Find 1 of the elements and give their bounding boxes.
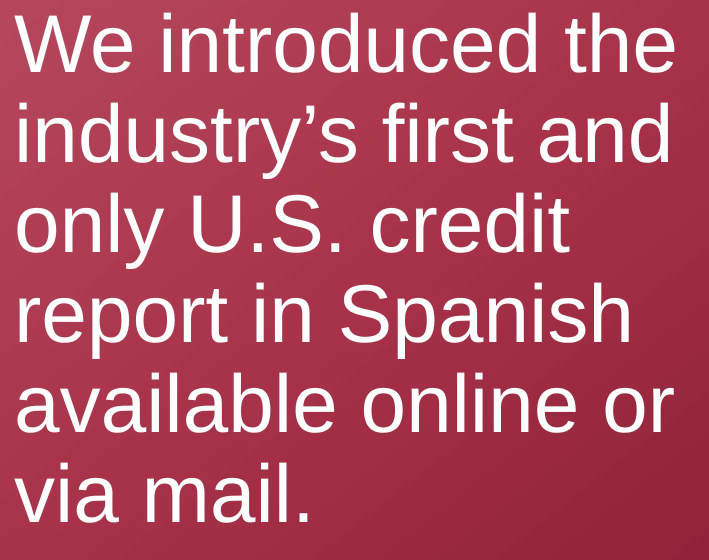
headline: We introduced the industry’s first and only U.S. credit report in Spanish available online or via mail. [0, 0, 709, 560]
